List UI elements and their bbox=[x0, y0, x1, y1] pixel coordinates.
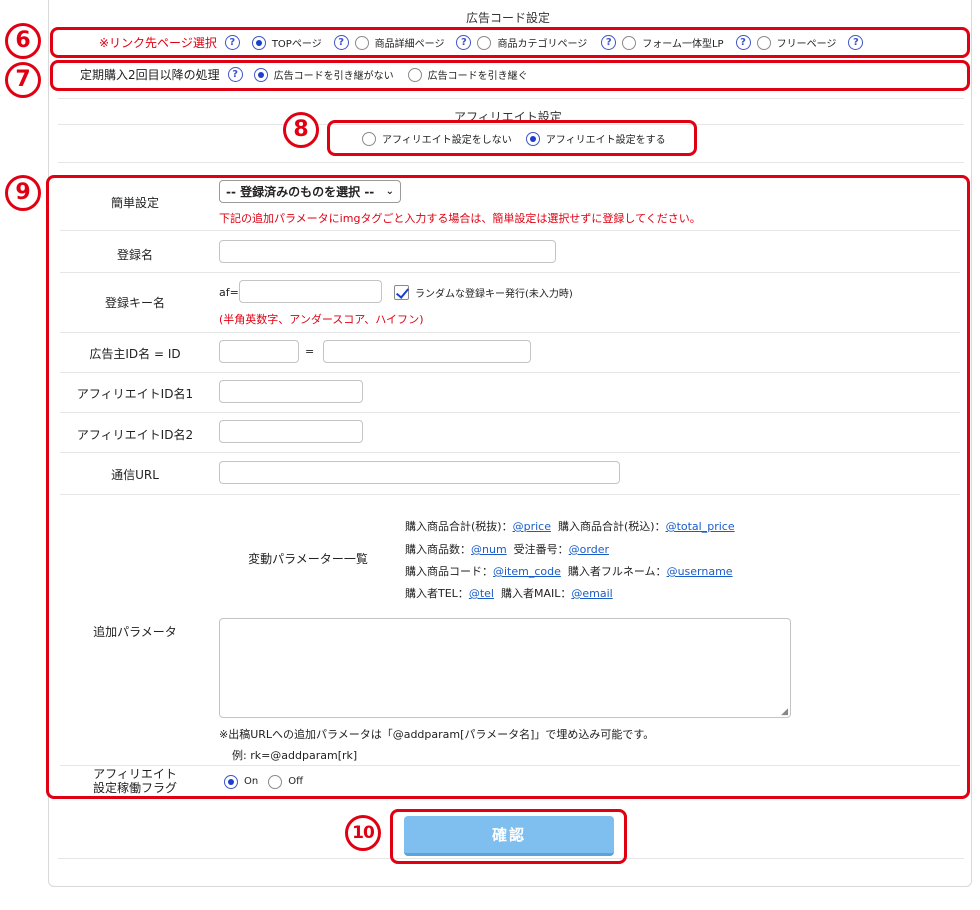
advertiser-id-value-input[interactable] bbox=[323, 340, 531, 363]
step-marker-9: 9 bbox=[5, 175, 41, 211]
random-key-label: ランダムな登録キー発行(未入力時) bbox=[415, 288, 573, 300]
radio-product-detail[interactable] bbox=[354, 35, 369, 50]
param-link[interactable]: @tel bbox=[469, 587, 494, 600]
param-link[interactable]: @num bbox=[471, 543, 507, 556]
select-value: -- 登録済みのものを選択 -- bbox=[226, 185, 375, 199]
reg-key-hint: (半角英数字、アンダースコア、ハイフン) bbox=[219, 313, 424, 326]
link-page-row: ※リンク先ページ選択 ? TOPページ ? 商品詳細ページ ? 商品カテゴリペー… bbox=[99, 34, 864, 51]
second-purchase-label: 定期購入2回目以降の処理 bbox=[80, 68, 220, 82]
radio-label: 広告コードを引き継ぐ bbox=[427, 71, 528, 82]
help-icon[interactable]: ? bbox=[848, 35, 864, 50]
reg-key-prefix: af= bbox=[219, 286, 239, 299]
param-link[interactable]: @email bbox=[571, 587, 612, 600]
radio-no-inherit[interactable] bbox=[253, 67, 268, 82]
radio-free-page[interactable] bbox=[756, 35, 771, 50]
variable-params-row: 購入商品コード：@item_code 購入者フルネーム：@username bbox=[405, 565, 733, 578]
radio-label: アフィリエイト設定をしない bbox=[382, 135, 512, 146]
divider bbox=[60, 272, 960, 273]
radio-product-category[interactable] bbox=[477, 35, 492, 50]
divider bbox=[60, 452, 960, 453]
help-icon[interactable]: ? bbox=[224, 35, 240, 50]
advertiser-id-label: 広告主ID名 = ID bbox=[89, 347, 181, 361]
equals-sign: = bbox=[305, 345, 315, 358]
divider bbox=[60, 765, 960, 766]
param-link[interactable]: @item_code bbox=[493, 565, 561, 578]
affiliate-id1-input[interactable] bbox=[219, 380, 363, 403]
reg-name-label: 登録名 bbox=[116, 248, 153, 262]
help-icon[interactable]: ? bbox=[456, 35, 472, 50]
radio-label: 商品詳細ページ bbox=[374, 39, 445, 50]
radio-flag-off[interactable] bbox=[268, 774, 283, 789]
divider bbox=[60, 412, 960, 413]
radio-label: 商品カテゴリページ bbox=[497, 39, 588, 50]
radio-label: フォーム一体型LP bbox=[642, 39, 724, 50]
simple-setting-select[interactable]: -- 登録済みのものを選択 -- ⌄ bbox=[219, 180, 401, 203]
affiliate-id2-input[interactable] bbox=[219, 420, 363, 443]
variable-params-row: 購入者TEL：@tel 購入者MAIL：@email bbox=[405, 587, 613, 600]
radio-flag-on[interactable] bbox=[224, 774, 238, 789]
confirm-button[interactable]: 確認 bbox=[404, 816, 614, 856]
link-page-label: ※リンク先ページ選択 bbox=[99, 36, 217, 50]
param-link[interactable]: @price bbox=[513, 520, 551, 533]
second-purchase-row: 定期購入2回目以降の処理 ? 広告コードを引き継がない 広告コードを引き継ぐ bbox=[80, 66, 528, 83]
divider bbox=[60, 494, 960, 495]
divider bbox=[58, 162, 964, 163]
step-marker-8: 8 bbox=[283, 112, 319, 148]
radio-label: 広告コードを引き継がない bbox=[273, 71, 394, 82]
random-key-checkbox[interactable] bbox=[394, 284, 409, 300]
divider bbox=[60, 372, 960, 373]
radio-inherit[interactable] bbox=[407, 67, 422, 82]
variable-params-row: 購入商品数：@num 受注番号：@order bbox=[405, 543, 610, 556]
simple-setting-label: 簡単設定 bbox=[110, 196, 159, 210]
operation-flag-label-line1: アフィリエイト bbox=[93, 767, 177, 781]
radio-label: Off bbox=[288, 776, 303, 787]
reg-key-input[interactable] bbox=[239, 280, 382, 303]
affiliate-toggle-row: アフィリエイト設定をしない アフィリエイト設定をする bbox=[362, 130, 666, 147]
param-link[interactable]: @username bbox=[667, 565, 733, 578]
divider bbox=[60, 332, 960, 333]
param-link[interactable]: @order bbox=[569, 543, 609, 556]
step-marker-7: 7 bbox=[5, 62, 41, 98]
resize-handle-icon[interactable]: ◢ bbox=[781, 707, 788, 717]
radio-label: On bbox=[244, 776, 259, 787]
operation-flag-label-line2: 設定稼働フラグ bbox=[92, 781, 177, 795]
comm-url-label: 通信URL bbox=[111, 468, 159, 482]
radio-affiliate-on[interactable] bbox=[525, 131, 540, 146]
step-marker-6: 6 bbox=[5, 23, 41, 59]
operation-flag-label: アフィリエイト 設定稼働フラグ bbox=[60, 767, 210, 795]
extra-params-label: 追加パラメータ bbox=[93, 625, 177, 639]
help-icon[interactable]: ? bbox=[333, 35, 349, 50]
comm-url-input[interactable] bbox=[219, 461, 620, 484]
operation-flag-row: On Off bbox=[224, 773, 303, 790]
radio-label: TOPページ bbox=[271, 39, 322, 50]
simple-setting-warning: 下記の追加パラメータにimgタグごと入力する場合は、簡単設定は選択せずに登録して… bbox=[219, 212, 701, 225]
step-marker-10: 10 bbox=[345, 815, 381, 851]
radio-label: フリーページ bbox=[776, 39, 837, 50]
reg-name-input[interactable] bbox=[219, 240, 556, 263]
param-link[interactable]: @total_price bbox=[666, 520, 735, 533]
help-icon[interactable]: ? bbox=[601, 35, 617, 50]
extra-params-note: ※出稿URLへの追加パラメータは「@addparam[パラメータ名]」で埋め込み… bbox=[219, 728, 655, 741]
affiliate-id2-label: アフィリエイトID名2 bbox=[76, 428, 194, 442]
divider bbox=[58, 98, 964, 99]
ad-code-section-title: 広告コード設定 bbox=[466, 11, 551, 25]
random-key-row: ランダムな登録キー発行(未入力時) bbox=[394, 284, 573, 300]
chevron-down-icon: ⌄ bbox=[385, 186, 394, 197]
extra-params-textarea[interactable]: ◢ bbox=[219, 618, 791, 718]
variable-params-label: 変動パラメーター一覧 bbox=[248, 552, 368, 566]
help-icon[interactable]: ? bbox=[227, 67, 243, 82]
radio-form-lp[interactable] bbox=[622, 35, 637, 50]
affiliate-id1-label: アフィリエイトID名1 bbox=[76, 387, 194, 401]
radio-label: アフィリエイト設定をする bbox=[545, 135, 666, 146]
reg-key-label: 登録キー名 bbox=[104, 296, 165, 310]
advertiser-id-name-input[interactable] bbox=[219, 340, 299, 363]
help-icon[interactable]: ? bbox=[735, 35, 751, 50]
radio-top-page[interactable] bbox=[251, 35, 266, 50]
radio-affiliate-off[interactable] bbox=[362, 131, 376, 146]
variable-params-row: 購入商品合計(税抜)：@price 購入商品合計(税込)：@total_pric… bbox=[405, 520, 735, 533]
divider bbox=[60, 230, 960, 231]
extra-params-example: 例: rk=@addparam[rk] bbox=[232, 749, 358, 762]
